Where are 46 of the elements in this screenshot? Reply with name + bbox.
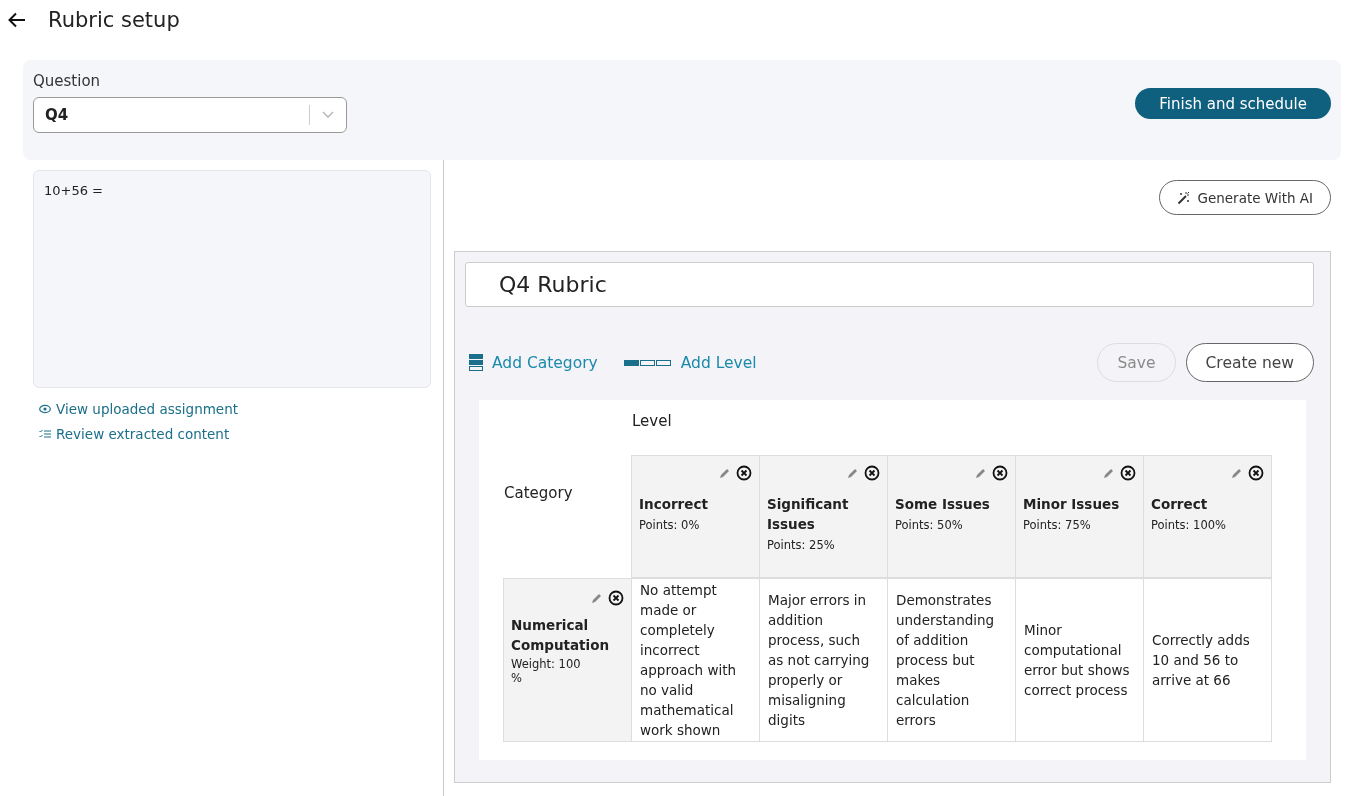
checklist-icon <box>39 429 51 439</box>
level-heading: Level <box>632 412 673 432</box>
level-name: Correct <box>1151 495 1209 514</box>
question-dropdown[interactable]: Q4 <box>33 97 347 133</box>
magic-wand-icon <box>1177 190 1192 205</box>
level-points: Points: 25% <box>767 538 836 552</box>
columns-icon <box>623 359 672 366</box>
remove-icon[interactable] <box>1248 465 1264 481</box>
rubric-title-field[interactable]: Q4 Rubric <box>465 262 1314 307</box>
rows-icon <box>469 354 483 371</box>
level-points: Points: 75% <box>1023 518 1092 532</box>
finish-and-schedule-button[interactable]: Finish and schedule <box>1135 88 1331 119</box>
pencil-icon[interactable] <box>1103 467 1115 479</box>
create-new-button[interactable]: Create new <box>1185 343 1314 382</box>
remove-icon[interactable] <box>992 465 1008 481</box>
pencil-icon[interactable] <box>847 467 859 479</box>
category-heading: Category <box>504 483 574 504</box>
generate-with-ai-button[interactable]: Generate With AI <box>1159 180 1331 215</box>
remove-icon[interactable] <box>736 465 752 481</box>
pencil-icon[interactable] <box>591 592 603 604</box>
remove-icon[interactable] <box>864 465 880 481</box>
add-level-button[interactable]: Add Level <box>623 353 757 372</box>
level-points: Points: 100% <box>1151 518 1227 532</box>
chevron-down-icon <box>322 111 334 119</box>
pencil-icon[interactable] <box>1231 467 1243 479</box>
level-name: Some Issues <box>895 495 991 514</box>
level-points: Points: 50% <box>895 518 964 532</box>
description-cell: Correctly adds 10 and 56 to arrive at 66 <box>1143 578 1272 742</box>
remove-icon[interactable] <box>608 590 624 606</box>
remove-icon[interactable] <box>1120 465 1136 481</box>
back-arrow-icon[interactable] <box>8 12 26 28</box>
question-label: Question <box>33 72 102 90</box>
add-category-button[interactable]: Add Category <box>469 353 598 372</box>
question-text: 10+56 = <box>33 170 431 388</box>
level-name: Incorrect <box>639 495 709 514</box>
eye-icon <box>39 404 51 414</box>
level-points: Points: 0% <box>639 518 701 532</box>
link[interactable]: Review extracted content <box>39 426 443 442</box>
level-name: Significant Issues <box>767 495 850 534</box>
level-name: Minor Issues <box>1023 495 1121 514</box>
pencil-icon[interactable] <box>975 467 987 479</box>
category-name: Numerical Computation <box>511 616 611 655</box>
page-title: Rubric setup <box>48 8 180 32</box>
category-weight: Weight: 100 % <box>511 657 582 685</box>
pencil-icon[interactable] <box>719 467 731 479</box>
link[interactable]: View uploaded assignment <box>39 401 443 417</box>
